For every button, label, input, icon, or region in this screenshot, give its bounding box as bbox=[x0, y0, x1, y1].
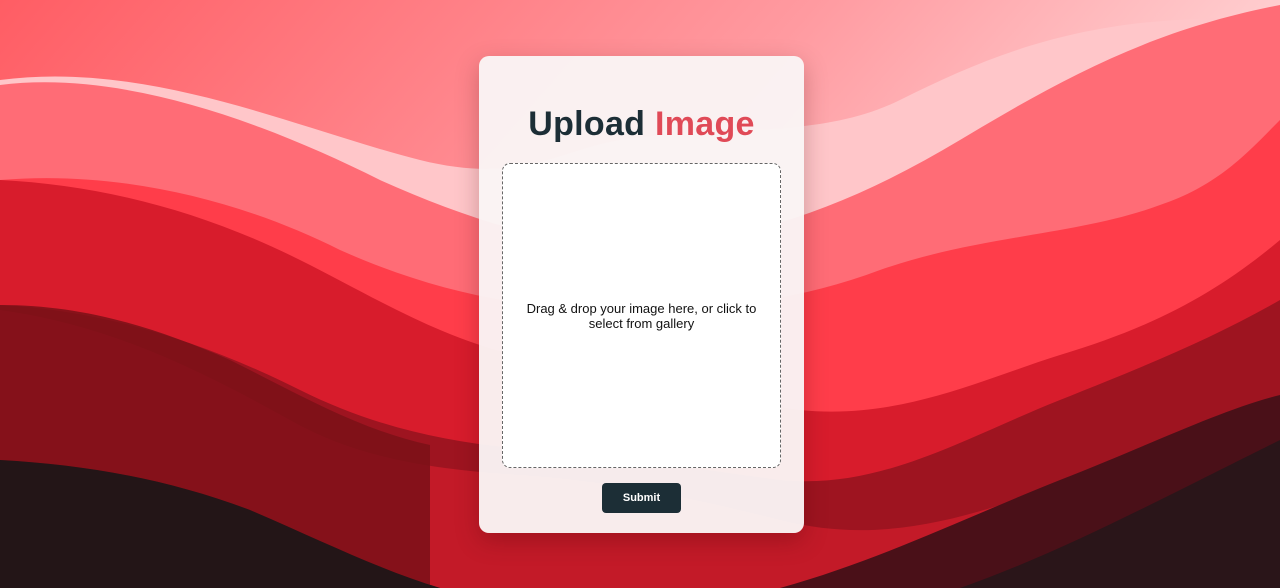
dropzone-instructions: Drag & drop your image here, or click to… bbox=[526, 300, 757, 331]
title-word-image: Image bbox=[655, 105, 755, 143]
title-word-upload: Upload bbox=[528, 105, 646, 143]
image-dropzone[interactable]: Drag & drop your image here, or click to… bbox=[502, 163, 781, 468]
upload-card: Upload Image Drag & drop your image here… bbox=[479, 56, 804, 533]
page-title: Upload Image bbox=[479, 104, 804, 144]
submit-button[interactable]: Submit bbox=[602, 483, 681, 513]
